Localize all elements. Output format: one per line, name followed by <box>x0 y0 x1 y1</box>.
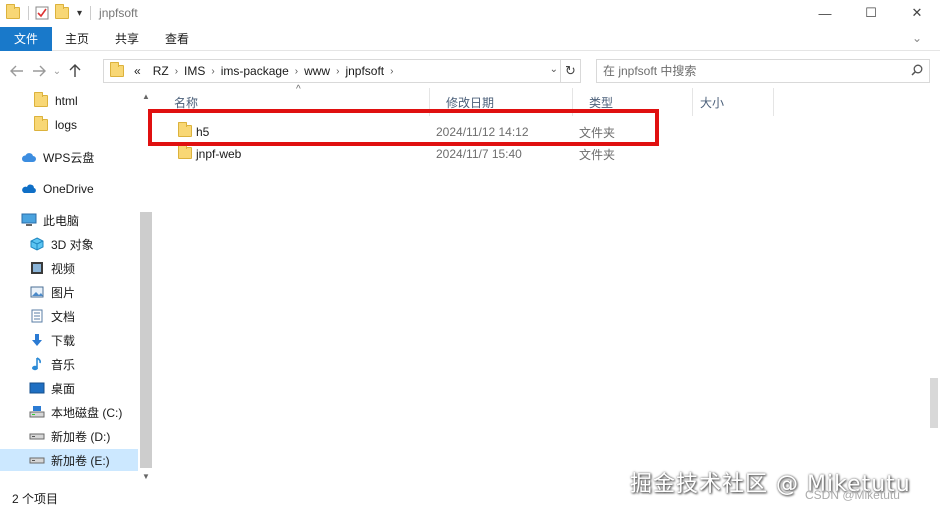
music-icon <box>28 357 46 371</box>
search-icon[interactable] <box>911 64 923 79</box>
customize-toolbar-icon[interactable]: ▾ <box>77 8 82 19</box>
forward-arrow-icon <box>33 65 46 77</box>
sidebar-item-label: html <box>55 94 78 108</box>
sidebar-item-label: 新加卷 (D:) <box>51 429 111 444</box>
window-controls: — ☐ ✕ <box>802 0 940 26</box>
folder-icon <box>32 92 50 107</box>
column-header-size[interactable]: 大小 <box>693 88 774 116</box>
breadcrumb-overflow[interactable]: « <box>128 64 147 78</box>
toolbar-divider <box>28 6 29 20</box>
sidebar-item-label: 3D 对象 <box>51 237 94 252</box>
breadcrumb-item[interactable]: IMS <box>178 64 211 78</box>
picture-icon <box>28 285 46 299</box>
tab-home[interactable]: 主页 <box>52 27 102 51</box>
folder-icon <box>110 62 124 77</box>
recent-locations-button[interactable]: ⌄ <box>50 59 64 83</box>
folder-icon <box>32 116 50 131</box>
toolbar-divider <box>90 6 92 20</box>
sidebar-item-label: 视频 <box>51 261 76 276</box>
tab-view[interactable]: 查看 <box>152 27 202 51</box>
breadcrumb-item[interactable]: jnpfsoft <box>339 64 390 78</box>
chevron-right-icon[interactable]: › <box>390 66 393 77</box>
breadcrumb: « RZ › IMS › ims-package › www › jnpfsof… <box>128 64 393 78</box>
breadcrumb-item[interactable]: RZ <box>147 64 175 78</box>
ribbon-tabs: 文件 主页 共享 查看 ⌄ <box>0 26 940 51</box>
folder-icon <box>178 144 192 162</box>
onedrive-icon <box>20 183 38 195</box>
file-list: ^ 名称 修改日期 类型 大小 h5 2024/11/12 14:12 文件夹 … <box>158 84 928 486</box>
back-button[interactable] <box>6 59 28 83</box>
scroll-up-icon[interactable]: ▲ <box>142 92 150 101</box>
drive-icon <box>28 431 46 441</box>
sidebar-item-drive-e[interactable]: 新加卷 (E:) <box>0 449 138 471</box>
navigation-bar: ⌄ « RZ › IMS › ims-package › www › jnpfs… <box>0 56 940 86</box>
search-box[interactable] <box>596 59 930 83</box>
address-dropdown-icon[interactable]: ⌄ <box>550 64 558 75</box>
file-type: 文件夹 <box>579 147 616 162</box>
maximize-button[interactable]: ☐ <box>848 0 894 26</box>
cube-icon <box>28 237 46 251</box>
scrollbar-thumb[interactable] <box>140 212 152 468</box>
up-arrow-icon <box>69 64 81 77</box>
highlight-annotation-box <box>148 109 659 146</box>
sidebar-item-label: 桌面 <box>51 381 76 396</box>
expand-ribbon-icon[interactable]: ⌄ <box>912 31 922 45</box>
sidebar-item-label: 图片 <box>51 285 76 300</box>
video-icon <box>28 261 46 275</box>
sidebar-item-label: logs <box>55 118 78 132</box>
download-icon <box>28 333 46 347</box>
desktop-icon <box>28 382 46 394</box>
sidebar-item-label: 音乐 <box>51 357 76 372</box>
computer-icon <box>20 213 38 227</box>
folder-icon[interactable] <box>6 4 20 19</box>
file-name: jnpf-web <box>196 147 242 161</box>
navigation-pane: html logs WPS云盘 OneDrive 此电脑 3D 对象 视频 图片… <box>0 88 154 486</box>
title-bar: ▾ jnpfsoft — ☐ ✕ <box>0 0 940 26</box>
cloud-icon <box>20 151 38 163</box>
address-bar[interactable]: « RZ › IMS › ims-package › www › jnpfsof… <box>103 59 581 83</box>
sidebar-item-label: 新加卷 (E:) <box>51 453 110 468</box>
item-count: 2 个项目 <box>12 491 59 506</box>
forward-button[interactable] <box>28 59 50 83</box>
close-button[interactable]: ✕ <box>894 0 940 26</box>
file-date: 2024/11/7 15:40 <box>436 147 522 161</box>
minimize-button[interactable]: — <box>802 0 848 26</box>
new-folder-icon[interactable] <box>55 4 69 19</box>
watermark-secondary: CSDN @Miketutu <box>805 488 900 502</box>
tab-file[interactable]: 文件 <box>0 26 52 51</box>
scrollbar-thumb[interactable] <box>930 378 938 428</box>
refresh-button[interactable]: ↻ <box>560 60 580 82</box>
file-row[interactable]: jnpf-web 2024/11/7 15:40 文件夹 <box>158 143 658 165</box>
search-input[interactable] <box>603 64 903 78</box>
document-icon <box>28 309 46 323</box>
quick-access-toolbar: ▾ <box>0 0 92 26</box>
scroll-down-icon[interactable]: ▼ <box>142 472 150 481</box>
back-arrow-icon <box>10 65 23 77</box>
breadcrumb-item[interactable]: ims-package <box>215 64 295 78</box>
up-button[interactable] <box>64 59 86 83</box>
drive-c-icon <box>28 405 46 419</box>
breadcrumb-item[interactable]: www <box>298 64 336 78</box>
sidebar-item-label: WPS云盘 <box>43 150 95 165</box>
sidebar-item-label: 此电脑 <box>43 213 80 228</box>
navigation-pane-scrollbar[interactable]: ▲ ▼ <box>138 88 154 486</box>
properties-icon[interactable] <box>35 6 49 20</box>
drive-icon <box>28 455 46 465</box>
window-title: jnpfsoft <box>99 6 138 20</box>
file-list-scrollbar[interactable] <box>928 88 940 486</box>
sidebar-item-label: 本地磁盘 (C:) <box>51 405 123 420</box>
sidebar-item-label: 下载 <box>51 333 76 348</box>
tab-share[interactable]: 共享 <box>102 27 152 51</box>
sidebar-item-label: 文档 <box>51 309 76 324</box>
sidebar-item-label: OneDrive <box>43 182 94 196</box>
